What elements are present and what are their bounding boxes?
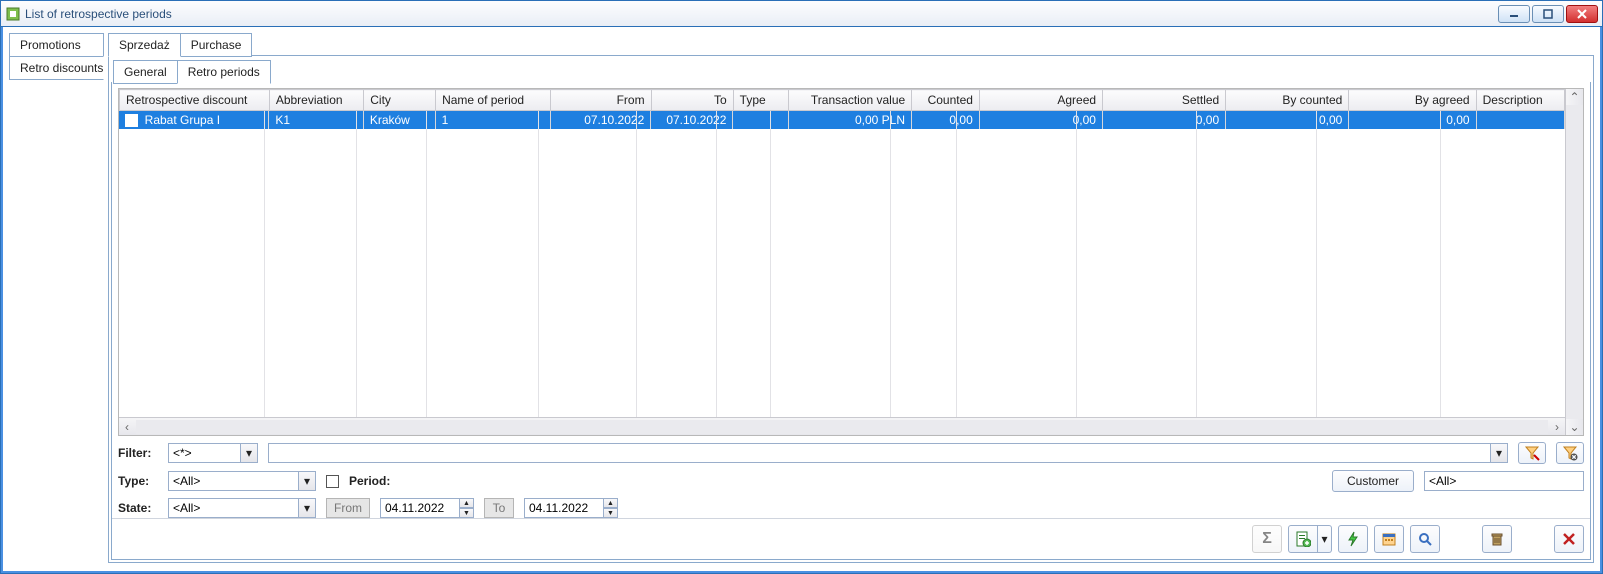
- filter-apply-button[interactable]: [1518, 442, 1546, 464]
- data-grid: Retrospective discount Abbreviation City…: [118, 88, 1584, 436]
- col-to[interactable]: To: [651, 90, 733, 111]
- scroll-up-icon[interactable]: ⌃: [1566, 89, 1583, 105]
- col-settled[interactable]: Settled: [1103, 90, 1226, 111]
- cell-retrospective-discount: Rabat Grupa I: [145, 113, 220, 127]
- trash-button[interactable]: [1482, 525, 1512, 553]
- minimize-button[interactable]: [1498, 5, 1530, 23]
- col-counted[interactable]: Counted: [912, 90, 980, 111]
- col-type[interactable]: Type: [733, 90, 788, 111]
- filter-history-dropdown[interactable]: ▾: [168, 443, 258, 463]
- tab-promotions[interactable]: Promotions: [9, 33, 104, 57]
- state-input[interactable]: [168, 498, 298, 518]
- cell-by-counted: 0,00: [1226, 111, 1349, 129]
- row-checkbox[interactable]: [125, 114, 138, 127]
- spin-up-icon[interactable]: ▲: [460, 498, 474, 508]
- type-label: Type:: [118, 474, 158, 488]
- col-name-of-period[interactable]: Name of period: [436, 90, 551, 111]
- cell-agreed: 0,00: [979, 111, 1102, 129]
- scroll-left-icon[interactable]: ‹: [119, 419, 135, 435]
- search-button[interactable]: [1410, 525, 1440, 553]
- filter-panel: Filter: ▾ ▾: [112, 436, 1590, 518]
- col-by-counted[interactable]: By counted: [1226, 90, 1349, 111]
- to-date-input[interactable]: ▲▼: [524, 498, 618, 518]
- period-checkbox[interactable]: [326, 475, 339, 488]
- state-label: State:: [118, 501, 158, 515]
- col-from[interactable]: From: [551, 90, 652, 111]
- customer-input[interactable]: [1424, 471, 1584, 491]
- maximize-button[interactable]: [1532, 5, 1564, 23]
- tab-purchase[interactable]: Purchase: [180, 33, 253, 57]
- type-input[interactable]: [168, 471, 298, 491]
- col-description[interactable]: Description: [1476, 90, 1564, 111]
- cell-name-of-period: 1: [435, 111, 550, 129]
- scroll-down-icon[interactable]: ⌄: [1566, 419, 1583, 435]
- to-button-disabled: To: [484, 498, 514, 518]
- cell-by-agreed: 0,00: [1349, 111, 1476, 129]
- spin-up-icon[interactable]: ▲: [604, 498, 618, 508]
- chevron-down-icon[interactable]: ▾: [240, 443, 258, 463]
- tab-sprzedaz[interactable]: Sprzedaż: [108, 33, 181, 57]
- cell-type: [733, 111, 788, 129]
- close-panel-button[interactable]: [1554, 525, 1584, 553]
- cell-settled: 0,00: [1102, 111, 1225, 129]
- app-icon: [5, 6, 21, 22]
- filter-text-input[interactable]: [268, 443, 1490, 463]
- calendar-button[interactable]: [1374, 525, 1404, 553]
- cell-to: 07.10.2022: [651, 111, 733, 129]
- sub-tabs: General Retro periods: [113, 60, 1593, 83]
- document-button[interactable]: [1288, 525, 1318, 553]
- window-body: Promotions Retro discounts Sprzedaż Purc…: [1, 27, 1602, 573]
- scroll-right-icon[interactable]: ›: [1549, 419, 1565, 435]
- period-label: Period:: [349, 474, 390, 488]
- col-agreed[interactable]: Agreed: [979, 90, 1102, 111]
- customer-button[interactable]: Customer: [1332, 470, 1414, 492]
- thunder-button[interactable]: [1338, 525, 1368, 553]
- cell-transaction-value: 0,00 PLN: [788, 111, 911, 129]
- h-scrollbar[interactable]: ‹ ›: [119, 417, 1565, 435]
- document-dropdown-icon[interactable]: ▾: [1318, 525, 1332, 553]
- sum-button: Σ: [1252, 525, 1282, 553]
- content-column: Sprzedaż Purchase General Retro periods: [108, 33, 1594, 563]
- table-row[interactable]: Rabat Grupa I K1 Kraków 1 07.10.2022 07.…: [119, 111, 1565, 129]
- chevron-down-icon[interactable]: ▾: [298, 498, 316, 518]
- col-transaction-value[interactable]: Transaction value: [789, 90, 912, 111]
- col-city[interactable]: City: [364, 90, 436, 111]
- from-button-disabled: From: [326, 498, 370, 518]
- window-title: List of retrospective periods: [25, 7, 1498, 21]
- type-dropdown[interactable]: ▾: [168, 471, 316, 491]
- spin-down-icon[interactable]: ▼: [604, 508, 618, 518]
- close-button[interactable]: [1566, 5, 1598, 23]
- grid-body[interactable]: Rabat Grupa I K1 Kraków 1 07.10.2022 07.…: [119, 111, 1565, 417]
- filter-label: Filter:: [118, 446, 158, 460]
- bottom-toolbar: Σ ▾: [112, 518, 1590, 559]
- spin-down-icon[interactable]: ▼: [460, 508, 474, 518]
- filter-history-input[interactable]: [168, 443, 240, 463]
- left-tabs: Promotions Retro discounts: [9, 33, 104, 563]
- cell-city: Kraków: [363, 111, 435, 129]
- filter-text-dropdown[interactable]: ▾: [268, 443, 1508, 463]
- chevron-down-icon[interactable]: ▾: [1490, 443, 1508, 463]
- grid-header: Retrospective discount Abbreviation City…: [119, 89, 1565, 111]
- cell-abbreviation: K1: [269, 111, 363, 129]
- tab-retro-discounts[interactable]: Retro discounts: [9, 56, 104, 80]
- state-dropdown[interactable]: ▾: [168, 498, 316, 518]
- app-window: List of retrospective periods Promotions…: [0, 0, 1603, 574]
- v-scrollbar[interactable]: ⌃ ⌄: [1565, 89, 1583, 435]
- col-retrospective-discount[interactable]: Retrospective discount: [120, 90, 270, 111]
- titlebar: List of retrospective periods: [1, 1, 1602, 27]
- chevron-down-icon[interactable]: ▾: [298, 471, 316, 491]
- from-date-input[interactable]: ▲▼: [380, 498, 474, 518]
- cell-description: [1476, 111, 1564, 129]
- cell-from: 07.10.2022: [550, 111, 651, 129]
- filter-builder-button[interactable]: [1556, 442, 1584, 464]
- tab-retro-periods[interactable]: Retro periods: [177, 60, 271, 84]
- top-tabs: Sprzedaż Purchase: [108, 33, 1594, 56]
- col-abbreviation[interactable]: Abbreviation: [269, 90, 363, 111]
- col-by-agreed[interactable]: By agreed: [1349, 90, 1476, 111]
- cell-counted: 0,00: [912, 111, 980, 129]
- tab-general[interactable]: General: [113, 60, 178, 84]
